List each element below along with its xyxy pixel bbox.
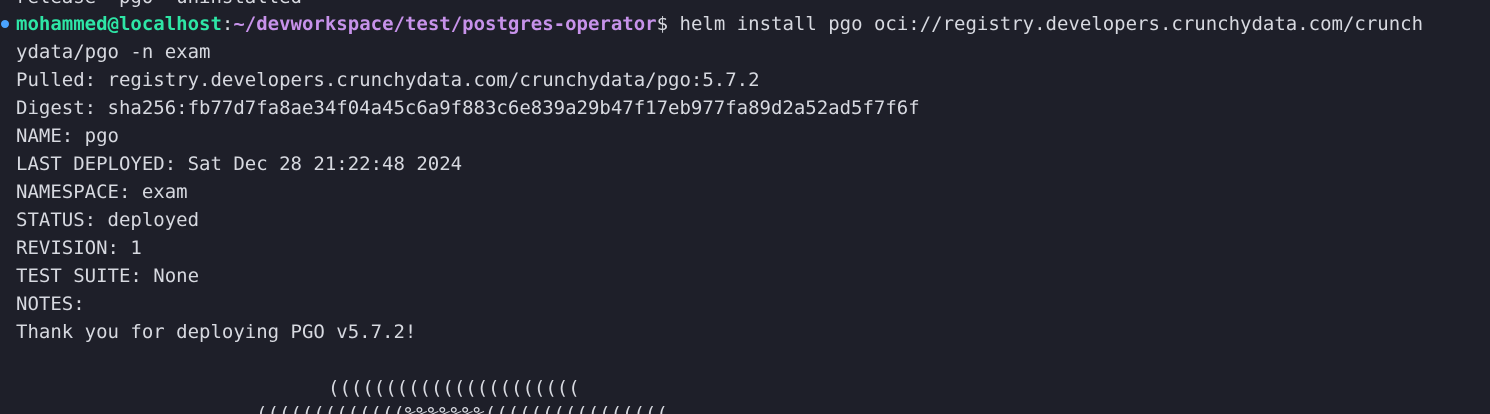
command-text: helm install pgo oci://registry.develope… bbox=[668, 13, 1424, 35]
output-line: STATUS: deployed bbox=[16, 209, 200, 231]
output-line: LAST DEPLOYED: Sat Dec 28 21:22:48 2024 bbox=[16, 153, 463, 175]
prompt-path: ~/devworkspace/test/postgres-operator bbox=[233, 13, 657, 35]
output-line: NAMESPACE: exam bbox=[16, 181, 188, 203]
output-line: Pulled: registry.developers.crunchydata.… bbox=[16, 69, 760, 91]
terminal-window[interactable]: release "pgo" uninstalled mohammed@local… bbox=[0, 0, 1490, 414]
output-line: Digest: sha256:fb77d7fa8ae34f04a45c6a9f8… bbox=[16, 97, 920, 119]
output-line: REVISION: 1 bbox=[16, 237, 142, 259]
prompt-separator: : bbox=[221, 13, 234, 35]
output-line: NAME: pgo bbox=[16, 125, 119, 147]
ascii-art-line: (((((((((((((%%%%%%%(((((((((((((((( bbox=[256, 403, 668, 414]
ascii-art-line: (((((((((((((((((((((( bbox=[328, 377, 580, 399]
command-continuation-line: ydata/pgo -n exam bbox=[16, 41, 211, 63]
output-line: TEST SUITE: None bbox=[16, 265, 200, 287]
prompt-symbol: $ bbox=[656, 13, 669, 35]
output-line: NOTES: bbox=[16, 293, 85, 315]
command-prompt-line: mohammed@localhost:~/devworkspace/test/p… bbox=[16, 10, 1423, 38]
output-line: Thank you for deploying PGO v5.7.2! bbox=[16, 321, 417, 343]
prompt-user-host: mohammed@localhost bbox=[16, 13, 222, 35]
prompt-status-dot bbox=[1, 20, 9, 28]
